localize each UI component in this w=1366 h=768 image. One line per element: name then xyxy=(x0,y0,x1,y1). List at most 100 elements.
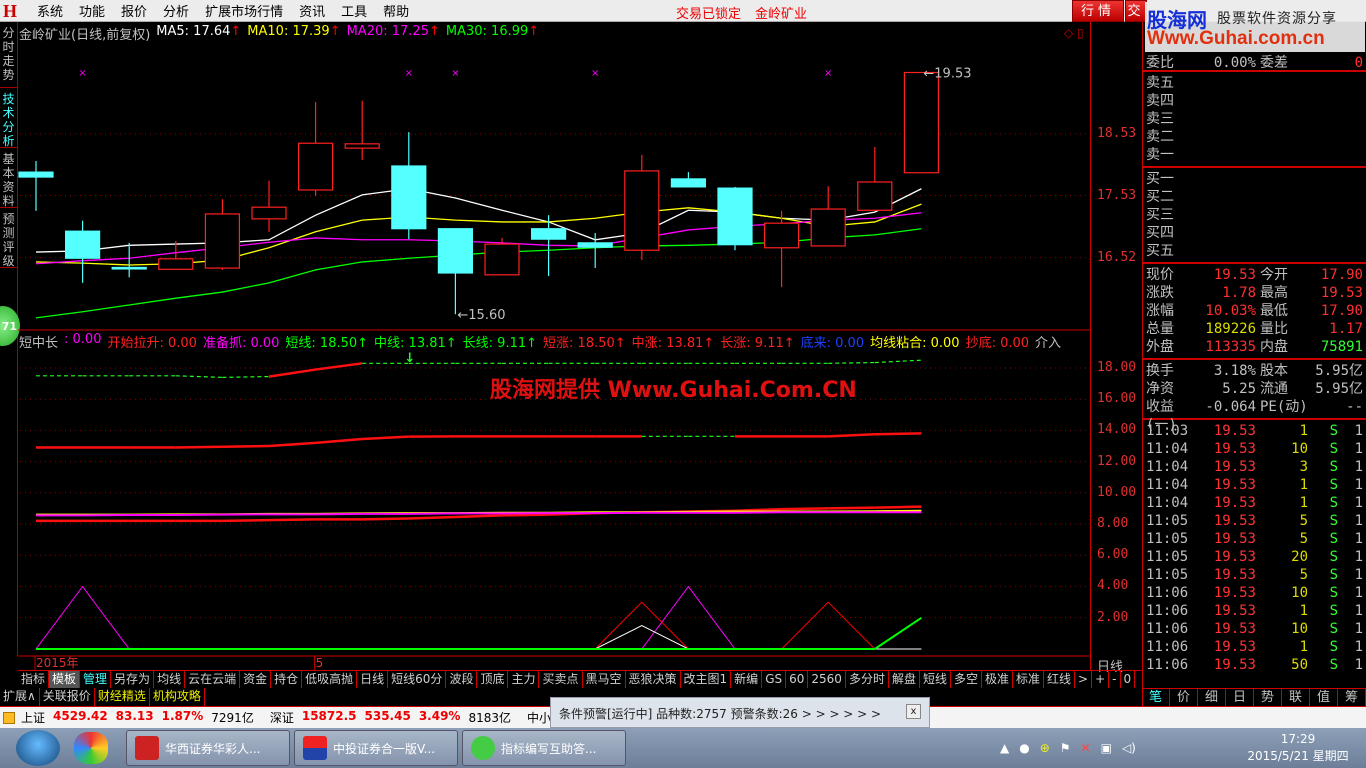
candle-up[interactable] xyxy=(763,222,800,249)
candle-up[interactable] xyxy=(344,143,380,149)
quote-tab[interactable]: 价 xyxy=(1170,689,1198,706)
index-item[interactable]: 上证 4529.42 83.13 1.87% 7291亿 xyxy=(21,709,254,726)
quote-tab[interactable]: 势 xyxy=(1254,689,1282,706)
app-launcher-icon[interactable] xyxy=(74,732,108,764)
candle-down[interactable] xyxy=(717,187,753,246)
index-amount: 7291亿 xyxy=(211,711,254,725)
toolbar-button[interactable]: 波段 xyxy=(446,671,478,688)
toolbar-button[interactable]: 标准 xyxy=(1013,671,1045,688)
quote-tab[interactable]: 值 xyxy=(1310,689,1338,706)
toolbar-button[interactable]: 财经精选 xyxy=(95,688,150,706)
app-tray-icon[interactable]: ● xyxy=(1019,741,1029,755)
candle-up[interactable] xyxy=(484,243,520,276)
sell-level[interactable]: 卖四 xyxy=(1143,92,1366,110)
tick-cell: 19.53 xyxy=(1213,657,1256,673)
toolbar-button[interactable]: 机构攻略 xyxy=(150,688,205,706)
clock[interactable]: 17:29 2015/5/21 星期四 xyxy=(1238,731,1358,765)
candle-down[interactable] xyxy=(18,171,54,178)
quote-tab[interactable]: 细 xyxy=(1198,689,1226,706)
candle-up[interactable] xyxy=(298,142,334,191)
toolbar-button[interactable]: 短线60分 xyxy=(388,671,447,688)
add-icon[interactable]: ⊕ xyxy=(1040,741,1050,755)
toolbar-button[interactable]: 资金 xyxy=(240,671,272,688)
buy-level[interactable]: 买四 xyxy=(1143,224,1366,242)
toolbar-button[interactable]: 改主图1 xyxy=(681,671,732,688)
toolbar-button[interactable]: 指标 xyxy=(18,671,50,688)
quote-tab[interactable]: 联 xyxy=(1282,689,1310,706)
toolbar-button[interactable]: 日线 xyxy=(357,671,389,688)
alert-window[interactable]: 条件预警[运行中] 品种数:2757 预警条数:26 > > > > > > x xyxy=(550,697,930,728)
candle-up[interactable] xyxy=(624,170,660,251)
candle-down[interactable] xyxy=(64,230,101,259)
start-button-icon[interactable] xyxy=(16,730,60,766)
toolbar-button[interactable]: GS xyxy=(762,671,787,688)
candle-up[interactable] xyxy=(857,181,893,211)
toolbar-button[interactable]: 主力 xyxy=(508,671,540,688)
toolbar-button[interactable]: + xyxy=(1092,671,1110,688)
volume-icon[interactable]: ◁) xyxy=(1122,741,1136,755)
power-icon[interactable]: ✕ xyxy=(1081,741,1091,755)
tick-cell: 19.53 xyxy=(1213,531,1256,547)
quote-tab[interactable]: 笔 xyxy=(1142,689,1170,706)
candle-down[interactable] xyxy=(111,266,147,270)
taskbar-app[interactable]: 华西证券华彩人... xyxy=(126,730,290,766)
candle-down[interactable] xyxy=(577,242,613,248)
toolbar-button[interactable]: - xyxy=(1109,671,1121,688)
toolbar-button[interactable]: 模板 xyxy=(49,671,81,688)
buy-level[interactable]: 买三 xyxy=(1143,206,1366,224)
buy-level[interactable]: 买一 xyxy=(1143,170,1366,188)
toolbar-button[interactable]: 解盘 xyxy=(889,671,920,688)
sell-level[interactable]: 卖二 xyxy=(1143,128,1366,146)
toolbar-button[interactable]: 持仓 xyxy=(271,671,303,688)
candle-down[interactable] xyxy=(670,178,707,188)
close-icon[interactable]: x xyxy=(906,704,921,719)
show-hidden-icon[interactable]: ▲ xyxy=(1000,741,1009,755)
toolbar-button[interactable]: 顶底 xyxy=(477,671,509,688)
toolbar-button[interactable]: 低吸高抛 xyxy=(302,671,358,688)
toolbar-button[interactable]: 多分时 xyxy=(846,671,889,688)
taskbar-app[interactable]: 指标编写互助答... xyxy=(462,730,626,766)
toolbar-button[interactable]: 多空 xyxy=(951,671,982,688)
buy-level[interactable]: 买五 xyxy=(1143,242,1366,260)
candle-up[interactable] xyxy=(903,71,940,174)
chart-options-icon[interactable]: ◇ ▯ xyxy=(1064,26,1084,40)
toolbar-button[interactable]: 60 xyxy=(786,671,809,688)
toolbar-button[interactable]: 极准 xyxy=(982,671,1014,688)
toolbar-button[interactable]: 扩展∧ xyxy=(0,688,40,706)
candle-up[interactable] xyxy=(810,208,846,247)
toolbar-button[interactable]: 买卖点 xyxy=(539,671,583,688)
toolbar-button[interactable]: > xyxy=(1075,671,1093,688)
candle-up[interactable] xyxy=(204,213,240,269)
toolbar-button[interactable]: 管理 xyxy=(80,671,112,688)
toolbar-button[interactable]: 云在云端 xyxy=(185,671,241,688)
taskbar-app[interactable]: 中投证券合一版V... xyxy=(294,730,458,766)
sell-level[interactable]: 卖一 xyxy=(1143,146,1366,164)
toolbar-button[interactable]: 2560 xyxy=(808,671,846,688)
label: 流通 xyxy=(1260,381,1288,397)
candle-down[interactable] xyxy=(391,165,427,230)
quote-tab[interactable]: 日 xyxy=(1226,689,1254,706)
action-center-icon[interactable]: ⚑ xyxy=(1060,741,1071,755)
candle-down[interactable] xyxy=(437,228,473,274)
tick-cell: S xyxy=(1329,513,1338,529)
toolbar-button[interactable]: 短线 xyxy=(920,671,951,688)
toolbar-button[interactable]: 关联报价 xyxy=(40,688,95,706)
candle-down[interactable] xyxy=(530,228,567,240)
network-icon[interactable]: ▣ xyxy=(1101,741,1112,755)
toolbar-button[interactable]: 均线 xyxy=(154,671,186,688)
sell-level[interactable]: 卖三 xyxy=(1143,110,1366,128)
toolbar-button[interactable]: 新编 xyxy=(731,671,763,688)
toolbar-button[interactable]: 0 xyxy=(1121,671,1136,688)
toolbar-button[interactable]: 另存为 xyxy=(111,671,155,688)
candle-up[interactable] xyxy=(158,258,194,270)
toolbar-button[interactable]: 红线 xyxy=(1044,671,1076,688)
buy-level[interactable]: 买二 xyxy=(1143,188,1366,206)
index-item[interactable]: 深证 15872.5 535.45 3.49% 8183亿 xyxy=(270,709,511,726)
toolbar-button[interactable]: 黑马空 xyxy=(583,671,626,688)
tick-list[interactable]: 11:03 19.53 1 S 1 11:04 19.53 10 S 1 11:04 19.53 3 S 1… xyxy=(1143,420,1366,676)
indicator-value: 介入 xyxy=(1035,336,1062,351)
sell-level[interactable]: 卖五 xyxy=(1143,74,1366,92)
toolbar-button[interactable]: 恶狼决策 xyxy=(626,671,681,688)
candle-up[interactable] xyxy=(251,206,287,220)
quote-tab[interactable]: 筹 xyxy=(1338,689,1366,706)
